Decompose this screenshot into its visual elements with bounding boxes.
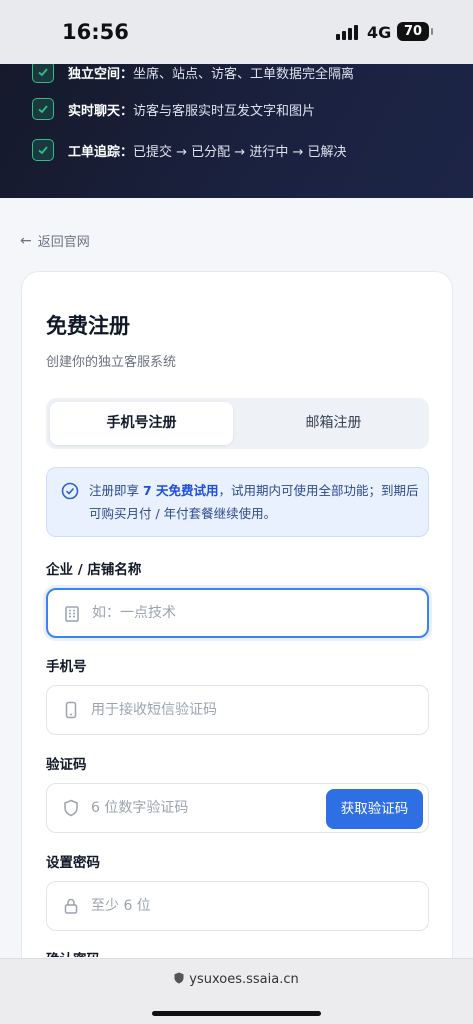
arrow-left-icon: ← — [20, 232, 32, 249]
phone-input[interactable] — [91, 686, 351, 734]
hero-banner: 独立空间： 坐席、站点、访客、工单数据完全隔离 实时聊天： 访客与客服实时互发文… — [0, 64, 473, 198]
page-title: 免费注册 — [46, 314, 130, 338]
register-tabs: 手机号注册 邮箱注册 — [46, 398, 429, 449]
password-field[interactable] — [46, 881, 429, 931]
register-card: 免费注册 创建你的独立客服系统 手机号注册 邮箱注册 注册即享 7 天免费试用，… — [21, 271, 453, 991]
phone-field[interactable] — [46, 685, 429, 735]
tab-email-register[interactable]: 邮箱注册 — [242, 402, 425, 445]
phone-label: 手机号 — [46, 659, 87, 675]
feature-desc: 访客与客服实时互发文字和图片 — [133, 103, 316, 119]
browser-bottom-bar: ysuxoes.ssaia.cn — [0, 958, 473, 1024]
battery-icon: 70 — [397, 22, 433, 41]
building-icon — [65, 606, 79, 622]
trial-notice: 注册即享 7 天免费试用，试用期内可使用全部功能；到期后可购买月付 / 年付套餐… — [46, 467, 429, 537]
home-indicator[interactable] — [152, 1011, 321, 1016]
secure-shield-icon — [174, 972, 184, 984]
company-field[interactable] — [46, 588, 429, 638]
code-field[interactable]: 获取验证码 — [46, 783, 429, 833]
code-input[interactable] — [91, 784, 351, 832]
password-label: 设置密码 — [46, 855, 100, 871]
feature-title: 工单追踪： — [68, 144, 134, 160]
code-label: 验证码 — [46, 757, 87, 773]
company-input[interactable] — [92, 590, 352, 636]
lock-icon — [64, 898, 78, 914]
network-label: 4G — [367, 23, 392, 42]
feature-item: 工单追踪： 已提交 → 已分配 → 进行中 → 已解决 — [32, 138, 347, 162]
check-icon — [32, 139, 54, 161]
feature-desc: 已提交 → 已分配 → 进行中 → 已解决 — [133, 144, 347, 160]
url-bar[interactable]: ysuxoes.ssaia.cn — [0, 972, 473, 987]
password-input[interactable] — [91, 882, 351, 930]
url-text: ysuxoes.ssaia.cn — [189, 972, 299, 987]
notice-text: 注册即享 7 天免费试用，试用期内可使用全部功能；到期后可购买月付 / 年付套餐… — [89, 483, 419, 521]
feature-item: 独立空间： 坐席、站点、访客、工单数据完全隔离 — [32, 64, 354, 84]
feature-title: 独立空间： — [68, 66, 134, 82]
feature-title: 实时聊天： — [68, 103, 134, 119]
check-icon — [32, 98, 54, 120]
company-label: 企业 / 店铺名称 — [46, 562, 142, 578]
check-icon — [32, 64, 54, 83]
page-subtitle: 创建你的独立客服系统 — [46, 355, 177, 370]
confirm-password-label: 确认密码 — [46, 949, 100, 957]
signal-icon — [336, 24, 360, 40]
status-time: 16:56 — [62, 20, 129, 44]
shield-icon — [64, 799, 78, 817]
feature-item: 实时聊天： 访客与客服实时互发文字和图片 — [32, 97, 315, 121]
status-bar: 16:56 4G 70 — [0, 0, 473, 64]
tab-phone-register[interactable]: 手机号注册 — [50, 402, 233, 445]
phone-icon — [65, 701, 77, 719]
check-circle-icon — [61, 482, 79, 500]
get-code-button[interactable]: 获取验证码 — [326, 789, 423, 829]
feature-desc: 坐席、站点、访客、工单数据完全隔离 — [133, 66, 355, 82]
back-link-label: 返回官网 — [37, 235, 90, 250]
trial-highlight: 7 天免费试用 — [142, 483, 219, 498]
back-to-site-link[interactable]: ← 返回官网 — [20, 231, 90, 251]
